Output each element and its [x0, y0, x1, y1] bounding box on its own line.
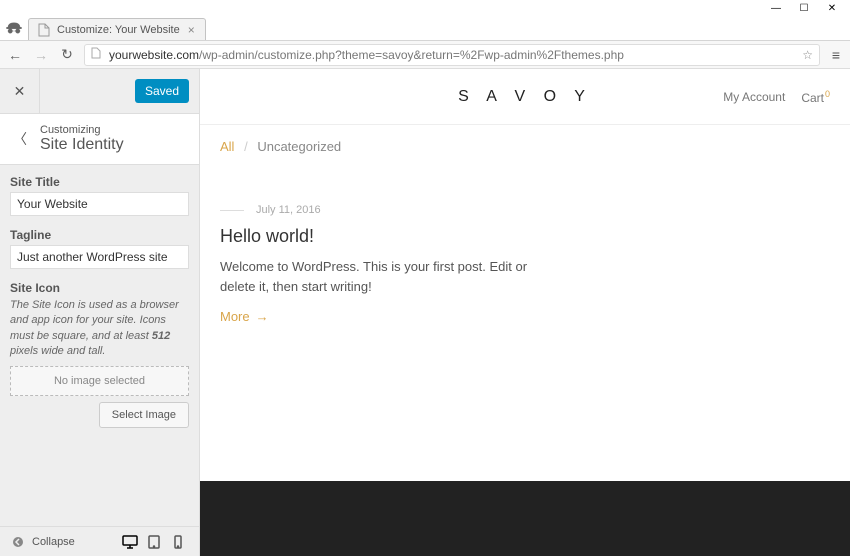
browser-menu-icon[interactable]: ≡ — [828, 47, 844, 63]
post-excerpt: Welcome to WordPress. This is your first… — [220, 257, 540, 296]
forward-icon[interactable]: → — [32, 47, 50, 63]
reload-icon[interactable]: ↻ — [58, 46, 76, 63]
customizing-label: Customizing — [40, 124, 187, 136]
meta-line-icon — [220, 210, 244, 211]
site-title-control: Site Title — [10, 175, 189, 216]
window-maximize[interactable]: ☐ — [790, 0, 818, 17]
url-path: /wp-admin/customize.php?theme=savoy&retu… — [199, 48, 624, 62]
collapse-icon[interactable] — [10, 534, 26, 550]
saved-button[interactable]: Saved — [135, 79, 189, 103]
post-date: July 11, 2016 — [256, 204, 321, 216]
window-close[interactable]: ✕ — [818, 0, 846, 17]
site-icon-control: Site Icon The Site Icon is used as a bro… — [10, 281, 189, 428]
window-minimize[interactable]: — — [762, 0, 790, 17]
url-input[interactable]: yourwebsite.com/wp-admin/customize.php?t… — [84, 44, 820, 66]
site-logo[interactable]: S A V O Y — [458, 88, 592, 106]
select-image-button[interactable]: Select Image — [99, 402, 189, 428]
breadcrumb-category[interactable]: Uncategorized — [257, 139, 341, 154]
address-bar: ← → ↻ yourwebsite.com/wp-admin/customize… — [0, 41, 850, 69]
incognito-icon — [0, 16, 28, 40]
tab-title: Customize: Your Website — [57, 24, 180, 36]
back-icon[interactable]: ← — [6, 47, 24, 63]
customizer-sidebar: ✕ Saved 〈 Customizing Site Identity Site… — [0, 69, 200, 556]
browser-tab-bar: Customize: Your Website × — [0, 17, 850, 41]
breadcrumb-separator: / — [244, 139, 248, 154]
image-placeholder: No image selected — [10, 366, 189, 396]
sidebar-header: ✕ Saved — [0, 69, 199, 114]
section-nav: 〈 Customizing Site Identity — [0, 114, 199, 165]
tab-close-icon[interactable]: × — [186, 23, 197, 37]
device-preview-toggles — [119, 531, 189, 553]
site-title-input[interactable] — [10, 192, 189, 216]
sidebar-footer: Collapse — [0, 526, 199, 556]
breadcrumb: All / Uncategorized — [200, 125, 850, 164]
browser-tab[interactable]: Customize: Your Website × — [28, 18, 206, 40]
cart-count: 0 — [825, 89, 830, 99]
site-title-label: Site Title — [10, 175, 189, 189]
close-customizer-button[interactable]: ✕ — [0, 69, 40, 114]
site-icon-description: The Site Icon is used as a browser and a… — [10, 298, 189, 360]
my-account-link[interactable]: My Account — [723, 90, 785, 104]
section-title: Site Identity — [40, 136, 187, 154]
arrow-right-icon: → — [256, 309, 269, 324]
site-icon-label: Site Icon — [10, 281, 189, 295]
cart-link[interactable]: Cart0 — [801, 89, 830, 105]
preview-footer — [200, 481, 850, 556]
tagline-input[interactable] — [10, 245, 189, 269]
post-meta: July 11, 2016 — [220, 204, 540, 216]
back-section-button[interactable]: 〈 — [0, 129, 40, 149]
breadcrumb-all[interactable]: All — [220, 139, 234, 154]
preview-header: S A V O Y My Account Cart0 — [200, 69, 850, 125]
device-desktop-icon[interactable] — [119, 531, 141, 553]
post-title[interactable]: Hello world! — [220, 226, 540, 247]
window-controls: — ☐ ✕ — [0, 0, 850, 17]
bookmark-icon[interactable]: ☆ — [802, 48, 813, 62]
page-icon — [37, 23, 51, 37]
url-domain: yourwebsite.com — [109, 48, 199, 62]
tagline-control: Tagline — [10, 228, 189, 269]
tagline-label: Tagline — [10, 228, 189, 242]
site-preview: S A V O Y My Account Cart0 All / Uncateg… — [200, 69, 850, 556]
more-link[interactable]: More → — [220, 309, 269, 324]
site-info-icon[interactable] — [91, 47, 103, 62]
blog-post: July 11, 2016 Hello world! Welcome to Wo… — [200, 164, 560, 326]
controls-area: Site Title Tagline Site Icon The Site Ic… — [0, 165, 199, 526]
device-tablet-icon[interactable] — [143, 531, 165, 553]
device-mobile-icon[interactable] — [167, 531, 189, 553]
collapse-label[interactable]: Collapse — [32, 536, 75, 548]
